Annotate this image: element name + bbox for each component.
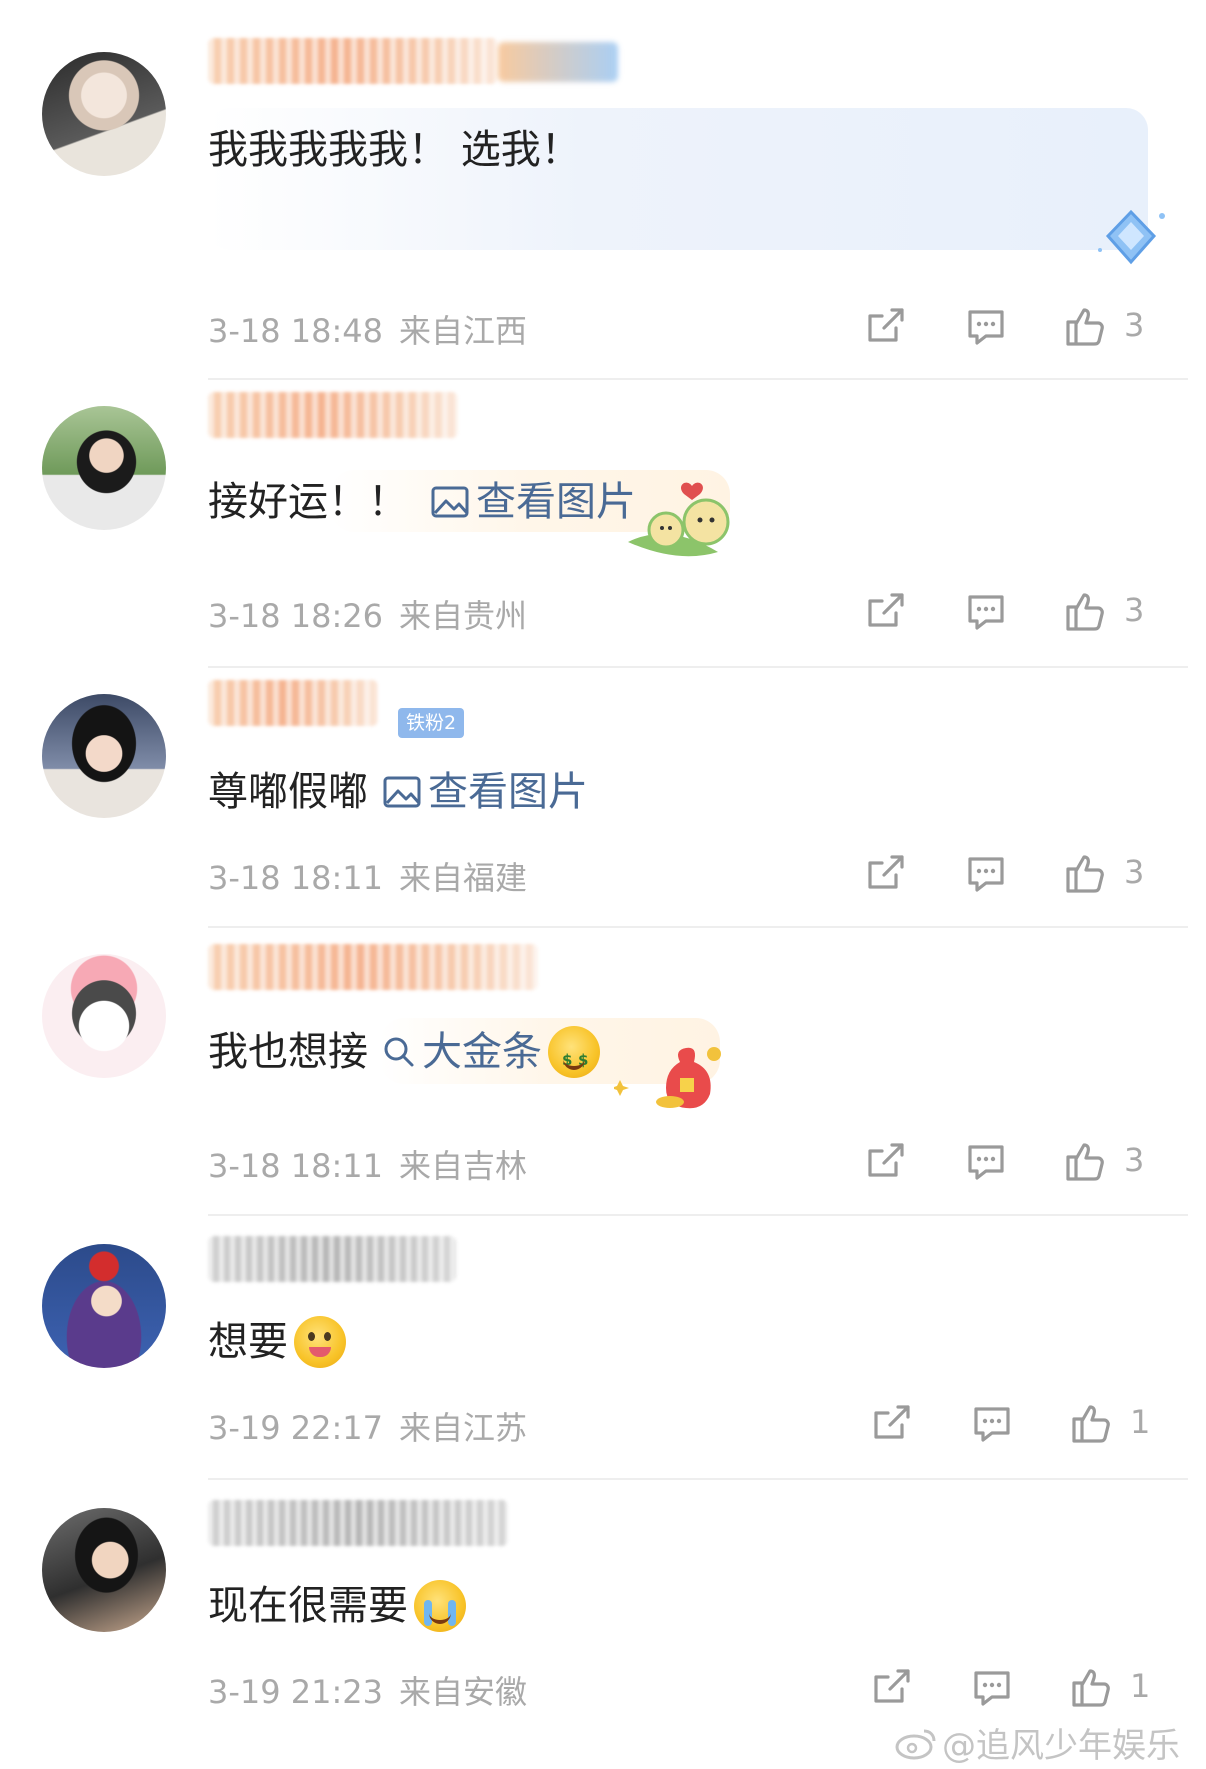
view-image-link[interactable]: 查看图片: [430, 476, 636, 528]
comment-meta: 3-18 18:26 来自贵州: [208, 591, 527, 637]
share-icon[interactable]: [862, 302, 910, 350]
username-blurred[interactable]: [208, 680, 378, 726]
comment-actions: 1: [868, 1663, 1168, 1711]
like-count: 3: [1124, 853, 1145, 891]
username-blurred[interactable]: [208, 944, 538, 990]
comment-meta: 3-19 22:17 来自江苏: [208, 1403, 527, 1449]
image-icon: [383, 776, 421, 808]
comment-text: 现在很需要: [208, 1580, 466, 1632]
like-count: 3: [1124, 591, 1145, 629]
comment-icon[interactable]: [962, 1137, 1010, 1185]
avatar[interactable]: [42, 1508, 166, 1632]
crying-face-emoji-icon: [414, 1580, 466, 1632]
diamond-badge-icon: [1098, 209, 1165, 265]
comment-time: 3-18 18:11: [208, 859, 384, 897]
username-blurred[interactable]: [208, 392, 458, 438]
comment-actions: 3: [862, 849, 1162, 897]
thumbs-up-icon[interactable]: [1068, 1399, 1116, 1447]
comment-text: 我也想接 大金条 $ $: [208, 1026, 600, 1078]
weibo-logo-icon: [895, 1729, 936, 1759]
fan-level-badge: 铁粉2: [398, 708, 465, 738]
comment-actions: 3: [862, 587, 1162, 635]
lucky-bag-sticker-icon: [614, 1047, 721, 1109]
thumbs-up-icon[interactable]: [1062, 849, 1110, 897]
comment-icon[interactable]: [968, 1663, 1016, 1711]
comment-icon[interactable]: [968, 1399, 1016, 1447]
like-count: 1: [1130, 1667, 1151, 1705]
thumbs-up-icon[interactable]: [1062, 587, 1110, 635]
comment-text-body: 我我我我我！ 选我！: [208, 127, 581, 173]
comment-text-body: 尊嘟假嘟: [208, 769, 368, 815]
comment-location: 来自安徽: [399, 1673, 528, 1711]
thumbs-up-icon[interactable]: [1062, 1137, 1110, 1185]
watermark: @追风少年娱乐: [894, 1718, 1180, 1767]
comment-time: 3-19 21:23: [208, 1673, 384, 1711]
username-blurred[interactable]: [208, 1236, 456, 1282]
view-image-label: 查看图片: [476, 479, 636, 525]
avatar[interactable]: [42, 1244, 166, 1368]
username-blurred[interactable]: [208, 38, 498, 84]
comment-text-body: 接好运！！: [208, 479, 408, 525]
comment-meta: 3-18 18:11 来自福建: [208, 853, 527, 899]
comment-time: 3-18 18:26: [208, 597, 384, 635]
divider: [208, 1478, 1188, 1480]
share-icon[interactable]: [868, 1399, 916, 1447]
comment-location: 来自贵州: [399, 597, 528, 635]
comment-text: 尊嘟假嘟 查看图片: [208, 766, 588, 818]
topic-search-label: 大金条: [422, 1029, 542, 1075]
share-icon[interactable]: [862, 587, 910, 635]
divider: [208, 1214, 1188, 1216]
money-face-emoji-icon: $ $: [548, 1026, 600, 1078]
like-count: 3: [1124, 306, 1145, 344]
comment-location: 来自福建: [399, 859, 528, 897]
comment-meta: 3-18 18:11 来自吉林: [208, 1141, 527, 1187]
divider: [208, 926, 1188, 928]
avatar[interactable]: [42, 954, 166, 1078]
image-icon: [431, 486, 469, 518]
avatar[interactable]: [42, 406, 166, 530]
comment-icon[interactable]: [962, 302, 1010, 350]
comment-text: 我我我我我！ 选我！: [208, 124, 581, 176]
comment-text-body: 现在很需要: [208, 1583, 408, 1629]
zongzi-sticker-icon: [628, 482, 730, 557]
comment-actions: 3: [862, 302, 1162, 350]
thumbs-up-icon[interactable]: [1068, 1663, 1116, 1711]
like-count: 1: [1130, 1403, 1151, 1441]
comment-text-body: 我也想接: [208, 1029, 368, 1075]
topic-search-link[interactable]: 大金条: [382, 1026, 542, 1078]
divider: [208, 666, 1188, 668]
comment-location: 来自吉林: [399, 1147, 528, 1185]
view-image-label: 查看图片: [428, 769, 588, 815]
comment-actions: 1: [868, 1399, 1168, 1447]
comment-text: 想要: [208, 1316, 346, 1368]
like-count: 3: [1124, 1141, 1145, 1179]
share-icon[interactable]: [862, 1137, 910, 1185]
avatar[interactable]: [42, 52, 166, 176]
comment-text: 接好运！！ 查看图片: [208, 476, 636, 528]
comment-time: 3-18 18:48: [208, 312, 384, 350]
avatar[interactable]: [42, 694, 166, 818]
username-blurred[interactable]: [208, 1500, 508, 1546]
thumbs-up-icon[interactable]: [1062, 302, 1110, 350]
yummy-face-emoji-icon: [294, 1316, 346, 1368]
comment-location: 来自江西: [399, 312, 528, 350]
share-icon[interactable]: [862, 849, 910, 897]
comment-meta: 3-18 18:48 来自江西: [208, 306, 527, 352]
view-image-link[interactable]: 查看图片: [382, 766, 588, 818]
comment-meta: 3-19 21:23 来自安徽: [208, 1667, 527, 1713]
share-icon[interactable]: [868, 1663, 916, 1711]
comment-icon[interactable]: [962, 587, 1010, 635]
search-icon: [384, 1037, 414, 1067]
comment-location: 来自江苏: [399, 1409, 528, 1447]
comment-actions: 3: [862, 1137, 1162, 1185]
watermark-text: @追风少年娱乐: [942, 1726, 1180, 1766]
comment-text-body: 想要: [208, 1319, 288, 1365]
divider: [208, 378, 1188, 380]
comment-time: 3-18 18:11: [208, 1147, 384, 1185]
comment-time: 3-19 22:17: [208, 1409, 384, 1447]
comment-icon[interactable]: [962, 849, 1010, 897]
